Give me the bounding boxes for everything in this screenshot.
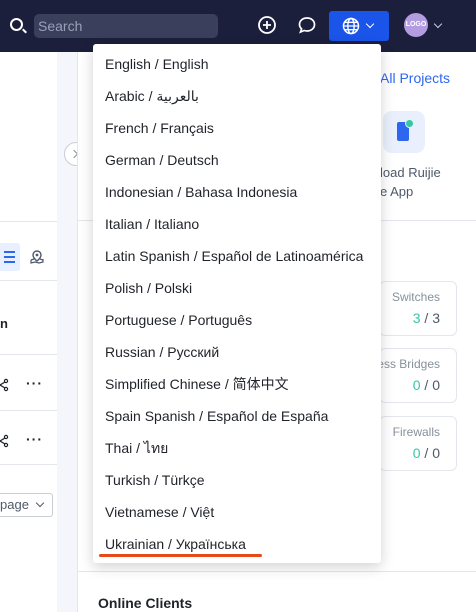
- language-option-french[interactable]: French / Français: [93, 112, 381, 144]
- view-toggle-group: [0, 243, 57, 271]
- page-size-select[interactable]: page: [0, 493, 53, 517]
- language-option-polish[interactable]: Polish / Polski: [93, 272, 381, 304]
- avatar[interactable]: LOGO: [404, 13, 428, 37]
- language-option-latin-spanish[interactable]: Latin Spanish / Español de Latinoamérica: [93, 240, 381, 272]
- language-option-thai[interactable]: Thai / ไทย: [93, 432, 381, 464]
- page-size-label: page: [0, 497, 29, 512]
- language-option-turkish[interactable]: Turkish / Türkçe: [93, 464, 381, 496]
- more-actions-button[interactable]: ···: [26, 375, 43, 391]
- language-option-arabic[interactable]: Arabic / بالعربية: [93, 80, 381, 112]
- language-option-italian[interactable]: Italian / Italiano: [93, 208, 381, 240]
- app-download-label[interactable]: load Ruijie: [380, 165, 441, 180]
- chevron-down-icon: [35, 498, 45, 508]
- chevron-down-icon: [365, 19, 375, 29]
- app-download-label-2: e App: [380, 184, 414, 199]
- message-icon[interactable]: [297, 15, 317, 35]
- add-circle-icon[interactable]: [257, 15, 277, 35]
- ruijie-app-icon[interactable]: [383, 111, 425, 153]
- stat-value: 0 / 0: [412, 445, 440, 461]
- online-clients-heading: Online Clients: [98, 595, 193, 611]
- globe-icon: [342, 17, 360, 35]
- language-option-german[interactable]: German / Deutsch: [93, 144, 381, 176]
- highlight-underline: [99, 554, 262, 557]
- all-projects-link[interactable]: All Projects: [380, 70, 450, 86]
- column-header: n: [0, 316, 8, 331]
- chevron-down-icon[interactable]: [433, 19, 443, 29]
- more-actions-button[interactable]: ···: [26, 431, 43, 447]
- map-view-icon[interactable]: [29, 249, 45, 265]
- language-option-english[interactable]: English / English: [93, 48, 381, 80]
- language-option-indonesian[interactable]: Indonesian / Bahasa Indonesia: [93, 176, 381, 208]
- stat-label: ess Bridges: [377, 357, 440, 371]
- search-icon[interactable]: [10, 18, 23, 31]
- language-option-simplified-chinese[interactable]: Simplified Chinese / 简体中文: [93, 368, 381, 400]
- language-option-russian[interactable]: Russian / Русский: [93, 336, 381, 368]
- search-input[interactable]: Search: [34, 14, 218, 38]
- language-option-portuguese[interactable]: Portuguese / Português: [93, 304, 381, 336]
- share-icon[interactable]: [0, 378, 9, 392]
- stat-label: Firewalls: [392, 425, 440, 439]
- list-view-button[interactable]: [0, 243, 20, 271]
- stat-value: 3 / 3: [412, 310, 440, 326]
- project-list-pane: n ··· ··· page: [0, 52, 57, 612]
- stat-label: Switches: [391, 290, 440, 304]
- share-icon[interactable]: [0, 434, 9, 448]
- language-option-spain-spanish[interactable]: Spain Spanish / Español de España: [93, 400, 381, 432]
- language-dropdown-menu: English / English Arabic / بالعربية Fren…: [93, 44, 381, 563]
- stat-card-switches[interactable]: Switches 3 / 3: [379, 281, 457, 336]
- stat-card-bridges[interactable]: ess Bridges 0 / 0: [377, 348, 457, 403]
- stat-card-firewalls[interactable]: Firewalls 0 / 0: [379, 416, 457, 471]
- language-button[interactable]: [329, 11, 389, 41]
- language-option-vietnamese[interactable]: Vietnamese / Việt: [93, 496, 381, 528]
- stat-value: 0 / 0: [412, 377, 440, 393]
